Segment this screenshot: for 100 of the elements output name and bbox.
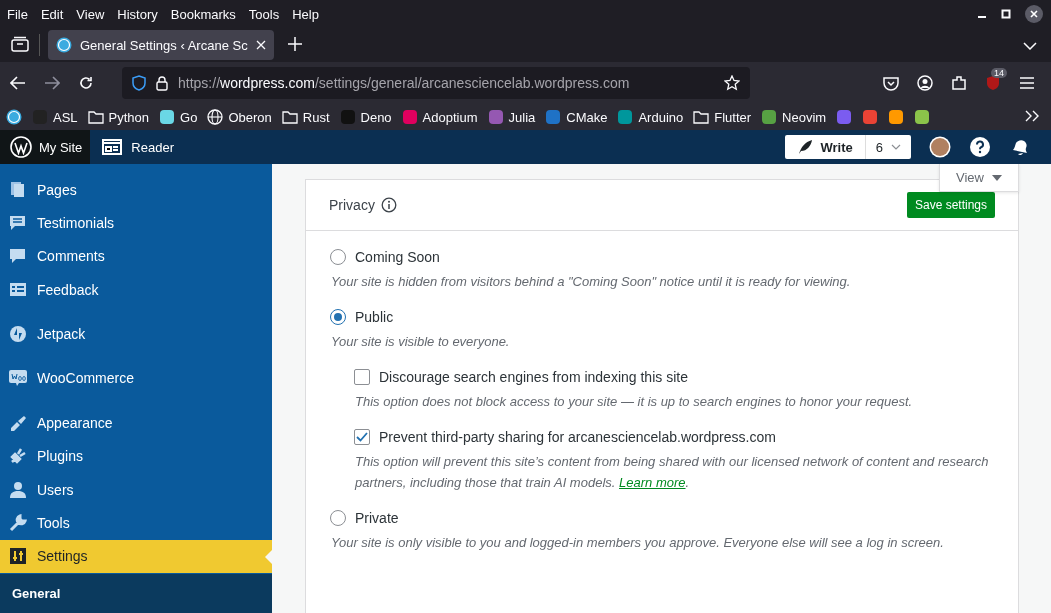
info-icon xyxy=(380,197,397,213)
radio-button[interactable] xyxy=(330,510,346,526)
bookmark-label[interactable]: Flutter xyxy=(714,109,752,125)
forward-icon[interactable] xyxy=(44,76,60,90)
brush-icon xyxy=(9,413,27,432)
url-text: https://wordpress.com/settings/general/arcanesciencelab.wordpress.com xyxy=(178,75,631,91)
chevron-down-icon[interactable] xyxy=(1023,41,1037,50)
bookmark-label[interactable]: CMake xyxy=(566,109,608,125)
user-icon xyxy=(9,480,27,499)
caret-icon xyxy=(992,174,1002,181)
tab-manager-icon[interactable] xyxy=(11,35,29,52)
new-tab-icon[interactable] xyxy=(287,36,302,51)
menu-item[interactable]: Edit xyxy=(40,6,71,22)
bookmark-star-icon[interactable] xyxy=(724,75,740,91)
extension-badge: 14 xyxy=(991,68,1007,78)
site-logo-icon[interactable] xyxy=(914,109,931,125)
bookmark-label[interactable]: Adoptium xyxy=(422,109,478,125)
chevron-down-icon xyxy=(891,144,901,150)
menu-item[interactable]: Help xyxy=(292,6,326,22)
radio-button[interactable] xyxy=(330,309,346,325)
woo-icon xyxy=(9,369,27,388)
option-description: Your site is hidden from visitors behind a "Coming Soon" notice until it is ready for viewing. xyxy=(331,273,852,291)
sidebar-item[interactable]: WooCommerce xyxy=(0,361,272,396)
sidebar-item[interactable]: Comments xyxy=(0,239,272,274)
site-logo-icon[interactable] xyxy=(159,109,176,125)
write-button[interactable]: Write 6 xyxy=(784,135,911,159)
folder-icon[interactable] xyxy=(87,110,104,124)
reader-button[interactable]: Reader xyxy=(90,139,186,155)
sidebar-item[interactable]: Jetpack xyxy=(0,317,272,351)
learn-more-link[interactable]: Learn more xyxy=(619,475,686,490)
globe-icon[interactable] xyxy=(207,109,224,125)
bookmark-label[interactable]: Neovim xyxy=(782,109,827,125)
wordpress-icon[interactable] xyxy=(6,109,22,125)
menu-item[interactable]: View xyxy=(76,6,112,22)
sidebar-item[interactable]: Appearance xyxy=(0,406,272,440)
avatar-icon[interactable] xyxy=(929,136,951,158)
bolt-icon xyxy=(9,325,27,344)
sidebar-item[interactable]: Feedback xyxy=(0,273,272,307)
close-icon[interactable] xyxy=(255,40,266,50)
shield-icon xyxy=(132,75,146,91)
checkbox-label[interactable]: Discourage search engines from indexing this site xyxy=(379,369,688,385)
radio-button[interactable] xyxy=(330,249,346,265)
bookmark-label[interactable]: Julia xyxy=(508,109,536,125)
checkbox[interactable] xyxy=(354,369,370,385)
menu-item[interactable]: History xyxy=(117,6,165,22)
extensions-icon[interactable] xyxy=(951,75,967,91)
bookmark-label[interactable]: Deno xyxy=(360,109,392,125)
close-icon[interactable] xyxy=(1025,5,1043,23)
option-label[interactable]: Coming Soon xyxy=(355,249,440,265)
site-logo-icon[interactable] xyxy=(761,109,778,125)
option-label[interactable]: Public xyxy=(355,309,394,325)
menu-item[interactable]: Bookmarks xyxy=(170,6,243,22)
speech-bubble-icon xyxy=(9,247,27,266)
pages-icon xyxy=(9,180,27,199)
view-button[interactable]: View xyxy=(939,164,1019,192)
wrench-icon xyxy=(9,513,27,532)
bookmark-label[interactable]: Go xyxy=(180,109,198,125)
option-description: This option will prevent this site’s content from being shared with our licensed network of content and research partners, including those that train AI models. Learn more. xyxy=(355,453,990,492)
my-site-button[interactable]: My Site xyxy=(0,130,91,164)
sidebar-item[interactable]: Plugins xyxy=(0,439,272,473)
site-logo-icon[interactable] xyxy=(888,109,905,125)
option-label[interactable]: Private xyxy=(355,510,399,526)
wordpress-logo-icon xyxy=(10,136,32,158)
sidebar-item[interactable]: Pages xyxy=(0,173,272,207)
site-logo-icon[interactable] xyxy=(862,109,879,125)
checkbox-label[interactable]: Prevent third-party sharing for arcanesciencelab.wordpress.com xyxy=(379,429,776,445)
bookmark-label[interactable]: Rust xyxy=(302,109,330,125)
address-field[interactable]: https://wordpress.com/settings/general/arcanesciencelab.wordpress.com xyxy=(122,67,750,99)
maximize-icon[interactable] xyxy=(1001,9,1011,19)
back-icon[interactable] xyxy=(10,76,26,90)
checkbox[interactable] xyxy=(354,429,370,445)
bookmark-label[interactable]: Arduino xyxy=(638,109,684,125)
menu-icon[interactable] xyxy=(1019,76,1035,90)
option-description: Your site is visible to everyone. xyxy=(331,333,511,351)
tab-title: General Settings ‹ Arcane Sc xyxy=(80,37,248,53)
option-description: Your site is only visible to you and logged-in members you approve. Everyone else will see a log in screen. xyxy=(331,534,945,552)
browser-tab[interactable]: General Settings ‹ Arcane Sc xyxy=(48,30,274,60)
sidebar-item[interactable]: Tools xyxy=(0,506,272,540)
more-bookmarks-icon[interactable] xyxy=(1025,109,1039,122)
account-icon[interactable] xyxy=(917,75,933,91)
form-icon xyxy=(9,280,27,299)
option-description: This option does not block access to your site — it is up to search engines to honor your request. xyxy=(355,393,914,411)
folder-icon[interactable] xyxy=(281,110,298,124)
sidebar-item[interactable]: Testimonials xyxy=(0,206,272,240)
sliders-icon xyxy=(9,547,27,566)
menu-item[interactable]: File xyxy=(7,6,35,22)
save-settings-button[interactable]: Save settings xyxy=(906,192,995,218)
reload-icon[interactable] xyxy=(78,75,94,91)
bookmark-label[interactable]: Python xyxy=(108,109,150,125)
bookmark-label[interactable]: ASL xyxy=(53,109,78,125)
pocket-icon[interactable] xyxy=(883,75,899,91)
site-logo-icon[interactable] xyxy=(617,109,634,125)
sidebar-item[interactable]: Users xyxy=(0,472,272,507)
menu-item[interactable]: Tools xyxy=(248,6,287,22)
folder-icon[interactable] xyxy=(693,110,710,124)
reader-icon xyxy=(102,139,123,155)
sidebar-item[interactable]: Settings xyxy=(0,539,272,573)
submenu-item[interactable]: General xyxy=(12,585,61,601)
help-icon[interactable] xyxy=(969,136,991,158)
bookmark-label[interactable]: Oberon xyxy=(228,109,272,125)
